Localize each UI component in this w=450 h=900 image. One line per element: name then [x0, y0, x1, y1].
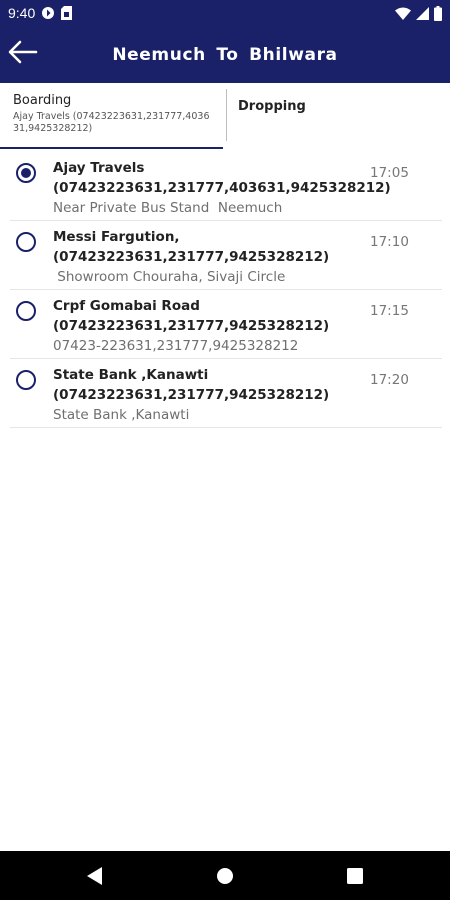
boarding-point-name: Messi Fargution, (07423223631,231777,942…: [53, 229, 330, 265]
boarding-point-address: 07423-223631,231777,9425328212: [53, 338, 299, 354]
system-nav-bar: [0, 851, 450, 900]
app-bar: Neemuch To Bhilwara: [0, 26, 450, 83]
wifi-icon: [395, 7, 411, 20]
signal-icon: [416, 6, 429, 20]
radio-button[interactable]: [16, 370, 36, 390]
boarding-point-time: 17:20: [370, 372, 409, 388]
status-bar: 9:40: [0, 0, 450, 26]
back-triangle-icon[interactable]: [84, 865, 106, 887]
boarding-point-name: Ajay Travels (07423223631,231777,403631,…: [53, 160, 391, 196]
boarding-point-time: 17:10: [370, 234, 409, 250]
tab-dropping-label: Dropping: [238, 99, 306, 114]
boarding-point-name: Crpf Gomabai Road (07423223631,231777,94…: [53, 298, 330, 334]
sim-card-icon: [61, 6, 73, 20]
boarding-point-time: 17:15: [370, 303, 409, 319]
tab-boarding-selected-value: Ajay Travels (07423223631,231777,403631,…: [13, 111, 210, 134]
boarding-point-time: 17:05: [370, 165, 409, 181]
page-title: Neemuch To Bhilwara: [112, 44, 338, 65]
boarding-point-address: Near Private Bus Stand Neemuch: [53, 200, 283, 216]
radio-button[interactable]: [16, 232, 36, 252]
list-item[interactable]: Messi Fargution, (07423223631,231777,942…: [10, 221, 442, 290]
tab-dropping[interactable]: Dropping: [225, 83, 449, 149]
list-item[interactable]: State Bank ,Kanawti (07423223631,231777,…: [10, 359, 442, 428]
status-time: 9:40: [8, 5, 36, 21]
tab-boarding[interactable]: Boarding Ajay Travels (07423223631,23177…: [0, 83, 225, 149]
list-item[interactable]: Crpf Gomabai Road (07423223631,231777,94…: [10, 290, 442, 359]
battery-icon: [434, 5, 442, 21]
list-item[interactable]: Ajay Travels (07423223631,231777,403631,…: [10, 152, 442, 221]
arrow-back-icon: [8, 40, 38, 68]
radio-button[interactable]: [16, 163, 36, 183]
boarding-point-name: State Bank ,Kanawti (07423223631,231777,…: [53, 367, 330, 403]
home-circle-icon[interactable]: [214, 865, 236, 887]
data-saver-icon: [41, 6, 55, 20]
tab-bar: Boarding Ajay Travels (07423223631,23177…: [0, 83, 450, 149]
tab-boarding-label: Boarding: [13, 93, 72, 108]
boarding-point-list: Ajay Travels (07423223631,231777,403631,…: [10, 152, 442, 428]
recents-square-icon[interactable]: [344, 865, 366, 887]
boarding-point-address: Showroom Chouraha, Sivaji Circle: [53, 269, 286, 285]
boarding-point-address: State Bank ,Kanawti: [53, 407, 190, 423]
back-button[interactable]: [6, 38, 40, 70]
radio-button[interactable]: [16, 301, 36, 321]
